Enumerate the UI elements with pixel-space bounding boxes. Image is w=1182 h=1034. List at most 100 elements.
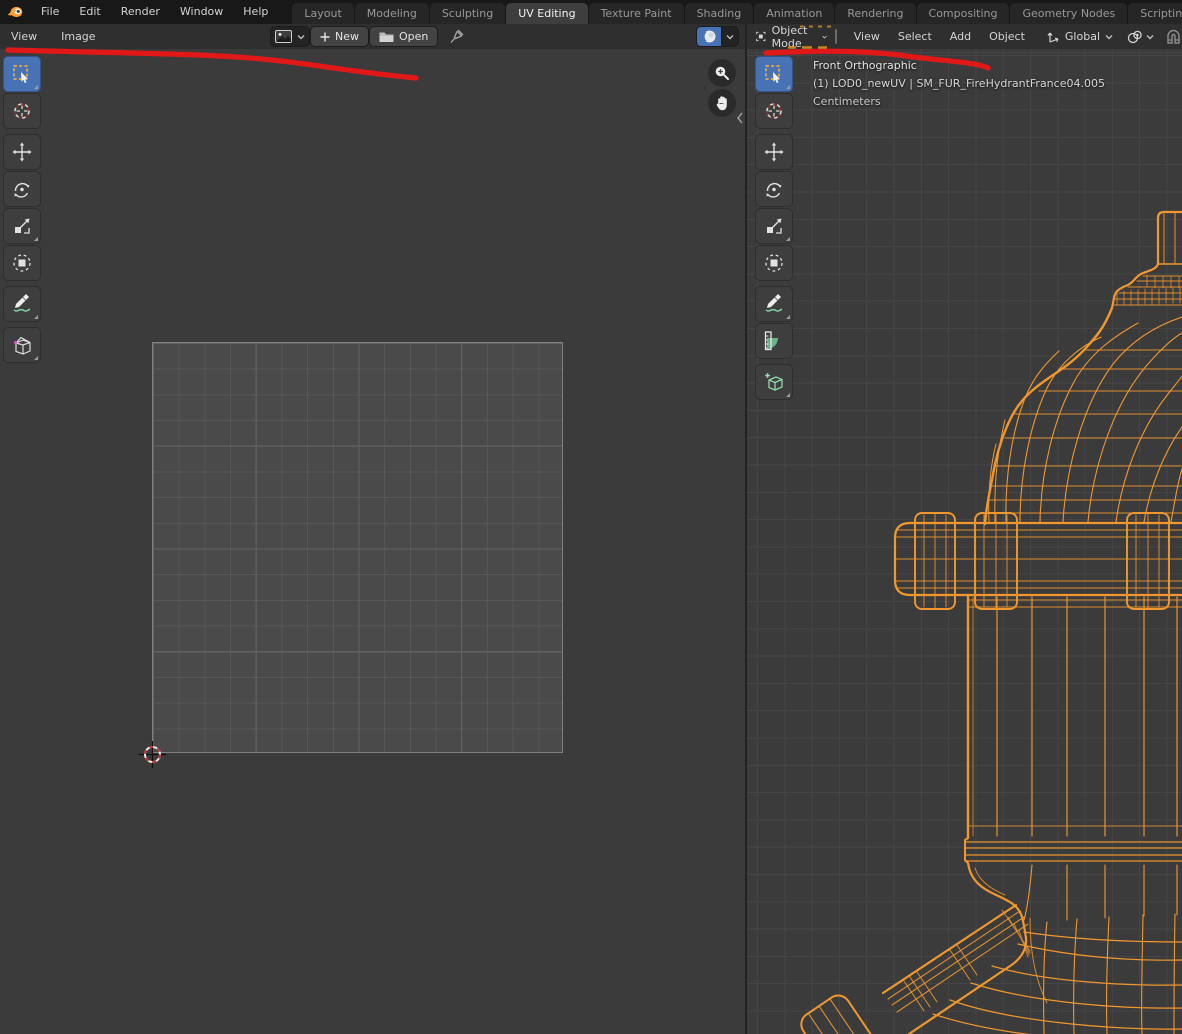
uv-scale-tool[interactable] <box>3 208 41 244</box>
uv-open-cube-tool[interactable] <box>3 327 41 363</box>
menu-render[interactable]: Render <box>111 0 170 24</box>
snap-toggle[interactable] <box>1165 29 1182 45</box>
chevron-down-icon <box>297 34 305 40</box>
uv-grid <box>152 342 563 753</box>
move-icon <box>763 141 785 163</box>
tab-geometry-nodes[interactable]: Geometry Nodes <box>1010 3 1127 24</box>
new-image-button[interactable]: New <box>311 27 368 46</box>
display-channels-dropdown[interactable] <box>722 27 738 46</box>
annotate-pencil-icon <box>11 293 33 315</box>
fire-hydrant-wireframe[interactable] <box>747 48 1182 1034</box>
rotate-icon <box>11 178 33 200</box>
viewport-header: Object Mode View Select Add Object Globa… <box>747 24 1182 49</box>
pivot-point-dropdown[interactable] <box>1127 30 1154 44</box>
tab-texture-paint[interactable]: Texture Paint <box>589 3 684 24</box>
vp-transform-tool[interactable] <box>755 245 793 281</box>
vp-scale-tool[interactable] <box>755 208 793 244</box>
chevron-down-icon <box>1146 34 1154 40</box>
scale-icon <box>763 215 785 237</box>
pan-button[interactable] <box>708 89 736 117</box>
image-icon <box>275 30 292 43</box>
vp-move-tool[interactable] <box>755 134 793 170</box>
editor-splitter[interactable] <box>745 24 747 1034</box>
chevron-down-icon <box>822 34 827 40</box>
tab-sculpting[interactable]: Sculpting <box>430 3 505 24</box>
chevron-down-icon <box>1105 34 1113 40</box>
overlay-object-label: (1) LOD0_newUV | SM_FUR_FireHydrantFranc… <box>813 77 1105 90</box>
uv-cursor-tool[interactable] <box>3 93 41 129</box>
vp-menu-select[interactable]: Select <box>889 24 941 49</box>
tab-rendering[interactable]: Rendering <box>835 3 915 24</box>
transform-icon <box>11 252 33 274</box>
viewport-canvas[interactable]: Front Orthographic (1) LOD0_newUV | SM_F… <box>747 48 1182 1034</box>
menu-window[interactable]: Window <box>170 0 233 24</box>
menu-edit[interactable]: Edit <box>69 0 110 24</box>
magnet-icon <box>1165 29 1182 45</box>
blender-logo-icon <box>7 5 23 19</box>
uv-select-box-tool[interactable] <box>3 56 41 92</box>
select-box-icon <box>11 63 33 85</box>
vp-select-box-tool[interactable] <box>755 56 793 92</box>
mode-dropdown[interactable]: Object Mode <box>756 24 827 50</box>
vp-menu-object[interactable]: Object <box>980 24 1034 49</box>
tab-scripting[interactable]: Scripting <box>1128 3 1182 24</box>
menu-file[interactable]: File <box>31 0 69 24</box>
uv-menu-image[interactable]: Image <box>52 24 104 49</box>
tab-layout[interactable]: Layout <box>292 3 353 24</box>
overlay-units-label: Centimeters <box>813 95 881 108</box>
zoom-in-icon <box>714 65 730 81</box>
sidebar-collapse-arrow[interactable] <box>736 112 744 124</box>
vp-annotate-tool[interactable] <box>755 286 793 322</box>
uv-annotate-tool[interactable] <box>3 286 41 322</box>
sphere-icon <box>702 29 717 44</box>
chevron-down-icon <box>726 34 734 40</box>
menu-help[interactable]: Help <box>233 0 278 24</box>
cursor-tool-icon <box>763 100 785 122</box>
annotate-pencil-icon <box>763 293 785 315</box>
uv-menu-view[interactable]: View <box>2 24 46 49</box>
transform-orientation-dropdown[interactable]: Global <box>1046 30 1113 44</box>
tab-shading[interactable]: Shading <box>685 3 754 24</box>
header-separator <box>835 29 836 44</box>
blender-window: File Edit Render Window Help Layout Mode… <box>0 0 1182 1034</box>
rotate-icon <box>763 178 785 200</box>
open-image-button[interactable]: Open <box>370 27 437 46</box>
uv-toolbar <box>3 56 41 364</box>
add-cube-icon <box>763 371 785 393</box>
pin-icon[interactable] <box>449 28 465 45</box>
uv-transform-tool[interactable] <box>3 245 41 281</box>
topbar: File Edit Render Window Help Layout Mode… <box>0 0 1182 24</box>
vp-menu-add[interactable]: Add <box>941 24 980 49</box>
display-channels-button[interactable] <box>697 27 722 46</box>
select-box-icon <box>763 63 785 85</box>
tab-compositing[interactable]: Compositing <box>917 3 1010 24</box>
hand-icon <box>715 95 730 111</box>
vp-menu-view[interactable]: View <box>845 24 889 49</box>
open-cube-icon <box>11 334 33 356</box>
uv-2d-cursor[interactable] <box>139 741 166 768</box>
uv-move-tool[interactable] <box>3 134 41 170</box>
image-datablock-selector[interactable] <box>271 27 309 46</box>
vp-measure-tool[interactable] <box>755 323 793 359</box>
uv-editor-canvas[interactable] <box>0 48 745 1034</box>
overlay-view-label: Front Orthographic <box>813 59 917 72</box>
zoom-button[interactable] <box>708 59 736 87</box>
transform-icon <box>763 252 785 274</box>
tab-animation[interactable]: Animation <box>754 3 834 24</box>
viewport-toolbar <box>755 56 793 401</box>
vp-add-cube-tool[interactable] <box>755 364 793 400</box>
vp-rotate-tool[interactable] <box>755 171 793 207</box>
workspace-tabs: Layout Modeling Sculpting UV Editing Tex… <box>292 0 1182 24</box>
cursor-tool-icon <box>11 100 33 122</box>
uv-rotate-tool[interactable] <box>3 171 41 207</box>
tab-modeling[interactable]: Modeling <box>355 3 429 24</box>
vp-cursor-tool[interactable] <box>755 93 793 129</box>
plus-icon <box>320 32 330 42</box>
scale-icon <box>11 215 33 237</box>
move-icon <box>11 141 33 163</box>
tab-uv-editing[interactable]: UV Editing <box>506 3 587 24</box>
pivot-point-icon <box>1127 30 1143 44</box>
object-mode-icon <box>756 29 766 44</box>
orientation-axes-icon <box>1046 30 1060 44</box>
measure-icon <box>763 330 785 352</box>
